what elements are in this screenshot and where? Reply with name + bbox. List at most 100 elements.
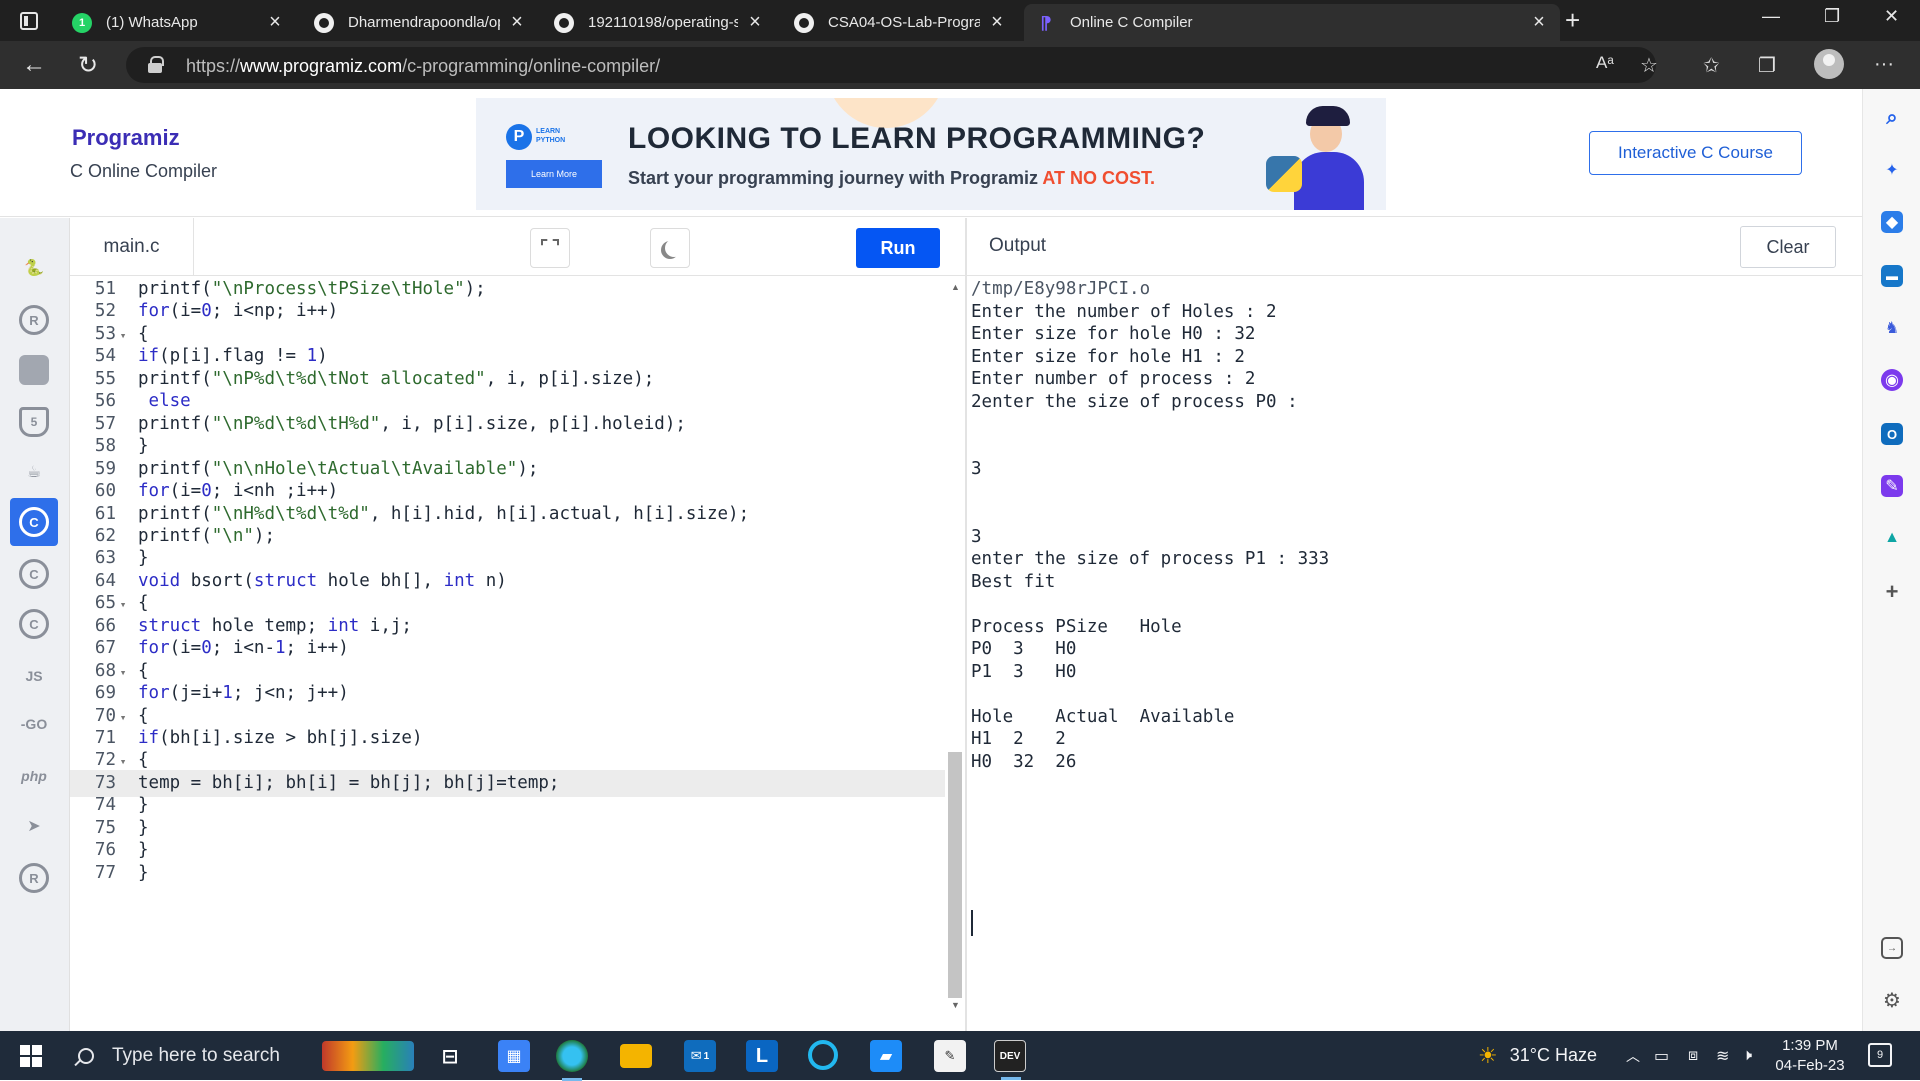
sql-icon: [19, 355, 49, 385]
browser-tab[interactable]: 1 (1) WhatsApp ×: [60, 4, 296, 41]
designer-icon[interactable]: ✎: [1881, 475, 1903, 497]
taskbar-clock[interactable]: 1:39 PM 04-Feb-23: [1770, 1036, 1850, 1076]
close-tab-icon[interactable]: ×: [1530, 11, 1548, 34]
fullscreen-button[interactable]: [530, 228, 570, 268]
language-java-button[interactable]: ☕: [10, 448, 58, 496]
close-tab-icon[interactable]: ×: [746, 11, 764, 34]
weather-widget[interactable]: ☀ 31°C Haze: [1478, 1031, 1597, 1080]
language-csharp-button[interactable]: C: [10, 600, 58, 648]
show-hidden-icons-button[interactable]: ︿: [1626, 1031, 1640, 1080]
address-bar[interactable]: https://www.programiz.com/c-programming/…: [126, 47, 1656, 83]
code-line[interactable]: 77}: [70, 860, 945, 888]
badge-text: LEARN PYTHON: [536, 128, 566, 144]
new-tab-button[interactable]: +: [1565, 5, 1580, 36]
learn-more-button[interactable]: Learn More: [506, 160, 602, 188]
ad-banner[interactable]: P LEARN PYTHON Learn More LOOKING TO LEAR…: [476, 98, 1386, 210]
python-logo-icon: [1266, 156, 1302, 192]
browser-tab[interactable]: CSA04-OS-Lab-Programs/10 inte ×: [782, 4, 1018, 41]
add-favorite-icon[interactable]: ☆: [1640, 53, 1658, 78]
output-line: 2enter the size of process P0 :: [971, 391, 1298, 412]
settings-gear-icon[interactable]: ⚙: [1881, 989, 1903, 1012]
language-go-button[interactable]: -GO: [10, 700, 58, 748]
whiteboard-icon[interactable]: ▰: [870, 1040, 902, 1072]
add-sidebar-app-icon[interactable]: +: [1881, 579, 1903, 604]
file-explorer-icon[interactable]: [620, 1044, 652, 1068]
tab-actions-icon[interactable]: [20, 12, 38, 30]
profile-avatar[interactable]: [1814, 49, 1844, 79]
clock-date: 04-Feb-23: [1775, 1057, 1845, 1074]
cpp-icon: C: [19, 559, 49, 589]
cortana-icon[interactable]: [808, 1040, 838, 1070]
r-icon: R: [19, 305, 49, 335]
more-menu-icon[interactable]: ···: [1874, 53, 1894, 76]
language-rust-button[interactable]: R: [10, 854, 58, 902]
notification-center-icon[interactable]: 9: [1868, 1043, 1892, 1067]
whatsapp-icon: 1: [72, 12, 92, 33]
search-icon: [78, 1047, 94, 1064]
dark-mode-button[interactable]: [650, 228, 690, 268]
search-highlight-books-icon[interactable]: [322, 1041, 414, 1071]
language-swift-button[interactable]: ➤: [10, 802, 58, 850]
volume-muted-icon[interactable]: 🕨: [1742, 1031, 1752, 1080]
minimize-button[interactable]: —: [1762, 6, 1780, 27]
restore-button[interactable]: ❐: [1824, 6, 1840, 27]
microsoft-store-icon[interactable]: ▦: [498, 1040, 530, 1072]
microsoft-365-icon[interactable]: ◉: [1881, 369, 1903, 391]
scroll-down-arrow-icon[interactable]: ▼: [951, 1000, 960, 1010]
task-view-icon[interactable]: ⊟: [434, 1040, 466, 1072]
refresh-button[interactable]: ↻: [78, 51, 98, 80]
language-r-button[interactable]: R: [10, 296, 58, 344]
weather-text: 31°C Haze: [1509, 1045, 1597, 1065]
mail-icon[interactable]: ✉ 1: [684, 1040, 716, 1072]
editor-scrollbar-thumb[interactable]: [948, 752, 962, 998]
browser-tab[interactable]: Dharmendrapoondla/operating-s ×: [302, 4, 538, 41]
code-editor[interactable]: 51 printf("\nProcess\tPSize\tHole"); 52 for…: [70, 276, 965, 1031]
language-c-button[interactable]: C: [10, 498, 58, 546]
scroll-up-arrow-icon[interactable]: ▲: [951, 282, 960, 292]
output-line: 3: [971, 459, 982, 479]
run-button[interactable]: Run: [856, 228, 940, 268]
language-php-button[interactable]: php: [10, 752, 58, 800]
copilot-icon[interactable]: ✦: [1881, 159, 1903, 181]
read-aloud-icon[interactable]: Aᵃ: [1596, 53, 1614, 73]
edge-browser-icon[interactable]: [556, 1040, 588, 1081]
clear-output-button[interactable]: Clear: [1740, 226, 1836, 268]
drop-icon[interactable]: ▲: [1881, 527, 1903, 549]
output-console[interactable]: /tmp/E8y98rJPCI.o Enter the number of Hol…: [967, 276, 1862, 1031]
document-viewer-icon[interactable]: ✎: [934, 1040, 966, 1072]
language-python-button[interactable]: 🐍: [10, 244, 58, 292]
dev-cpp-icon[interactable]: DEV: [994, 1040, 1026, 1080]
language-cpp-button[interactable]: C: [10, 550, 58, 598]
language-html-button[interactable]: 5: [10, 398, 58, 446]
search-icon[interactable]: ⌕: [1881, 107, 1903, 129]
device-icon[interactable]: ⧈: [1688, 1031, 1698, 1080]
browser-tab[interactable]: ⁋ Online C Compiler ×: [1024, 4, 1560, 41]
outlook-icon[interactable]: O: [1881, 423, 1903, 445]
interactive-c-course-button[interactable]: Interactive C Course: [1589, 131, 1802, 175]
banner-tagline: Start your programming journey with Prog…: [628, 168, 1156, 188]
language-sql-button[interactable]: [10, 346, 58, 394]
favorites-icon[interactable]: ✩: [1703, 53, 1720, 78]
language-js-button[interactable]: JS: [10, 652, 58, 700]
linkedin-l-icon[interactable]: L: [746, 1040, 778, 1072]
close-tab-icon[interactable]: ×: [988, 11, 1006, 34]
shopping-tag-icon[interactable]: ◆: [1881, 211, 1903, 233]
games-icon[interactable]: ♞: [1881, 317, 1903, 339]
file-tab-main-c[interactable]: main.c: [70, 218, 194, 276]
collections-icon[interactable]: ❐: [1758, 53, 1776, 78]
wifi-icon[interactable]: ≋: [1716, 1031, 1729, 1080]
close-window-button[interactable]: ✕: [1884, 6, 1899, 27]
close-tab-icon[interactable]: ×: [266, 11, 284, 34]
edge-sidebar: ⌕ ✦ ◆ ▬ ♞ ◉ O ✎ ▲ + → ⚙: [1862, 89, 1920, 1031]
programiz-logo[interactable]: Programiz: [72, 125, 180, 151]
back-button[interactable]: ←: [22, 51, 46, 79]
windows-start-icon[interactable]: [20, 1045, 42, 1067]
taskbar-search-box[interactable]: Type here to search: [58, 1031, 314, 1080]
close-tab-icon[interactable]: ×: [508, 11, 526, 34]
hide-sidebar-icon[interactable]: →: [1881, 937, 1903, 959]
browser-tab[interactable]: 192110198/operating-system-CS ×: [542, 4, 776, 41]
battery-icon[interactable]: ▭: [1654, 1031, 1669, 1080]
address-toolbar: ← ↻ https://www.programiz.com/c-programm…: [0, 41, 1920, 89]
tools-briefcase-icon[interactable]: ▬: [1881, 265, 1903, 287]
java-icon: ☕: [26, 464, 42, 481]
